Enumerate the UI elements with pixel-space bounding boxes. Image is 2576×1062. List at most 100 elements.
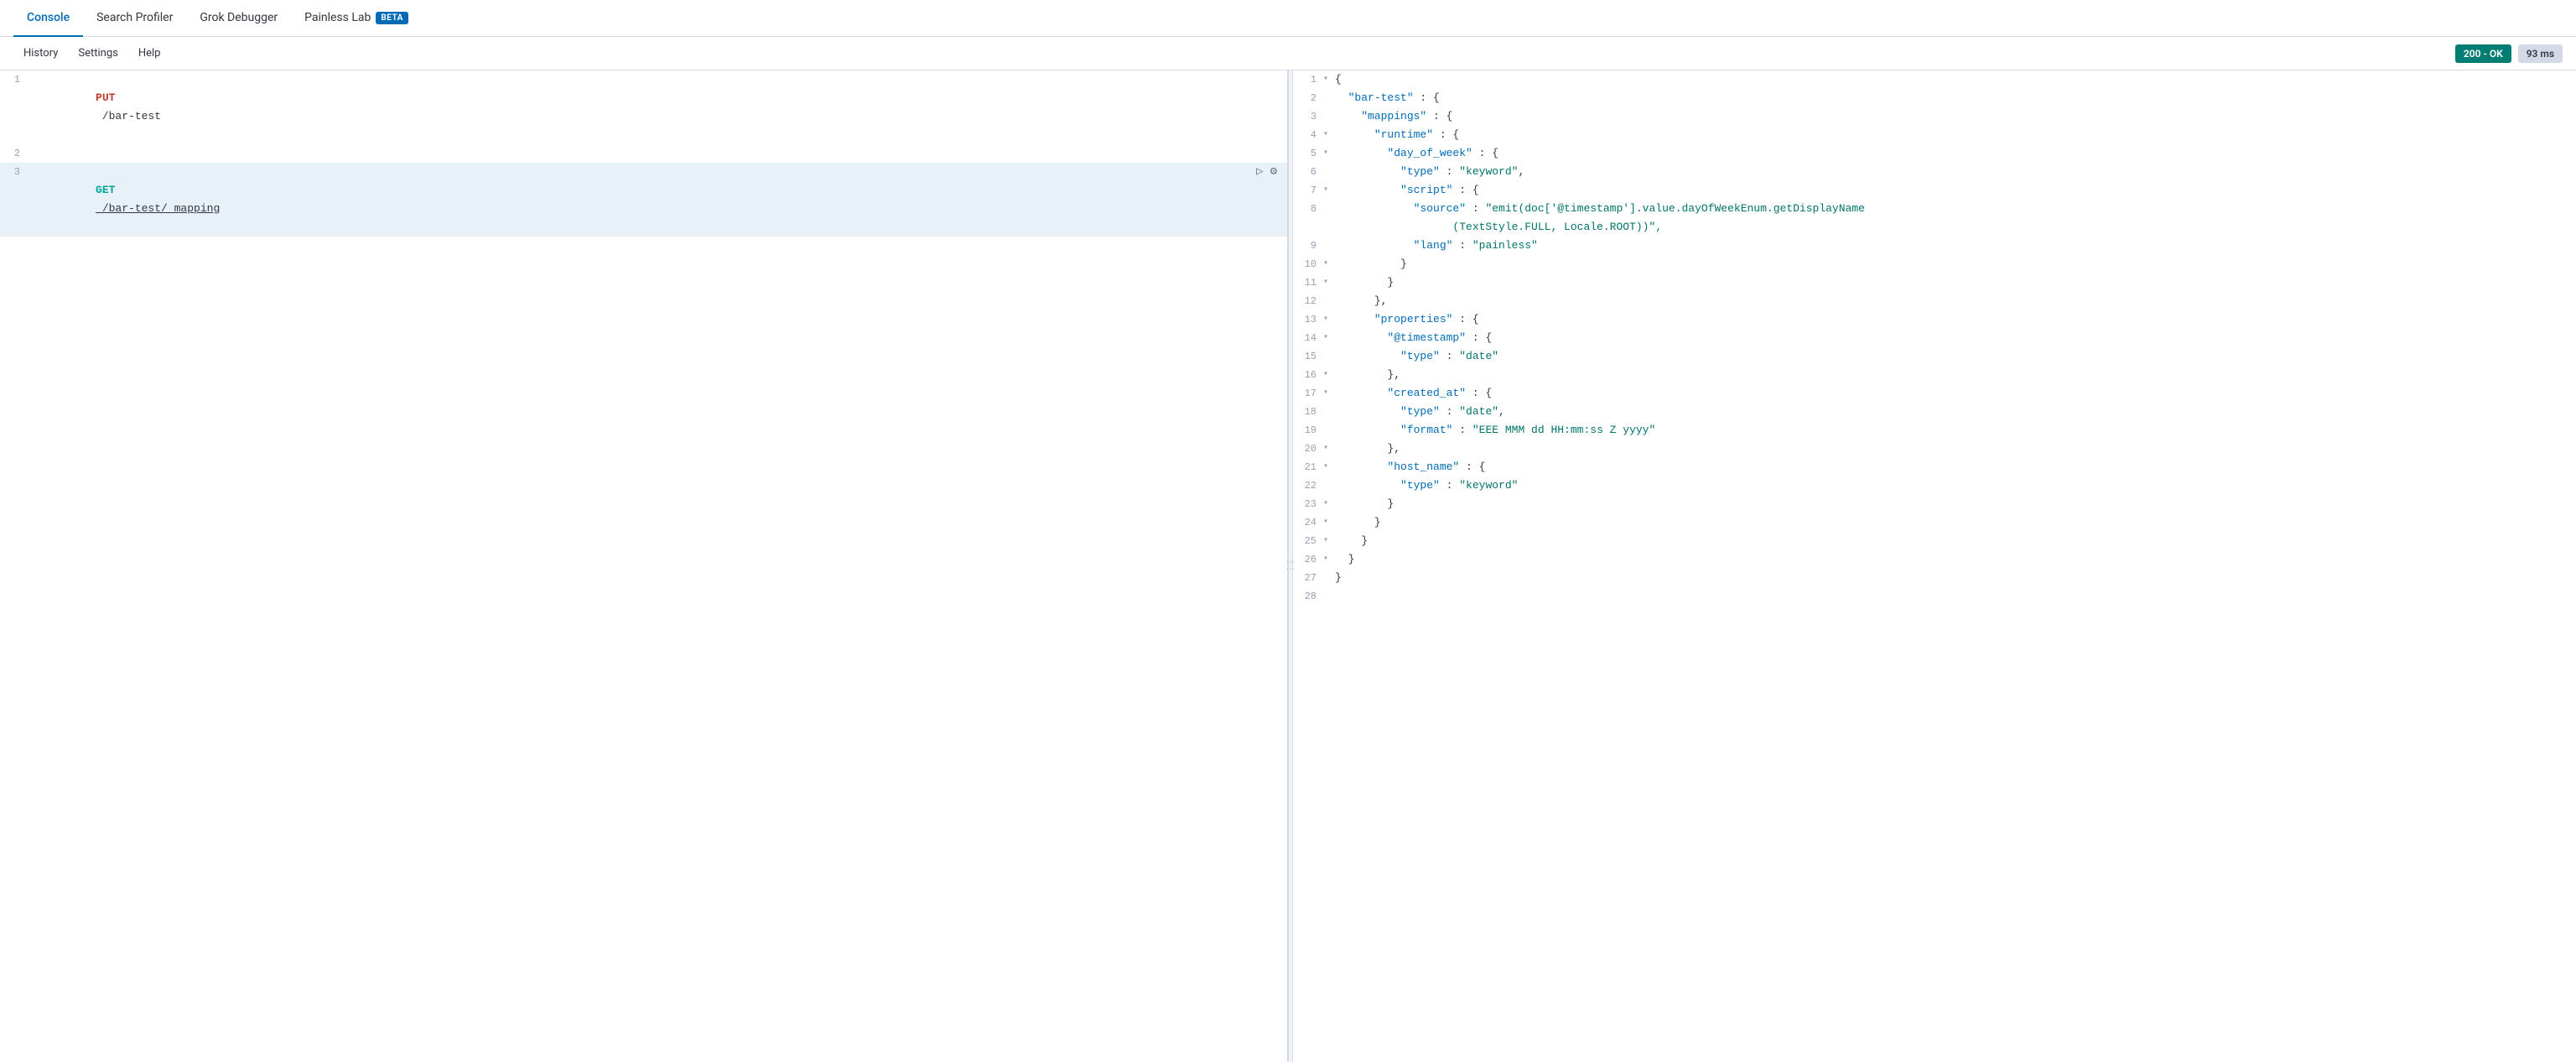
json-content-11: } xyxy=(1335,273,2576,292)
fold-25[interactable]: ▾ xyxy=(1323,532,1335,550)
json-line-10: 10 ▾ } xyxy=(1293,255,2576,273)
fold-26[interactable]: ▾ xyxy=(1323,550,1335,569)
json-line-4: 4 ▾ "runtime" : { xyxy=(1293,126,2576,144)
json-num-26: 26 xyxy=(1293,550,1323,569)
run-icon[interactable]: ▷ xyxy=(1256,163,1263,181)
fold-7[interactable]: ▾ xyxy=(1323,181,1335,200)
json-content-26: } xyxy=(1335,550,2576,569)
json-content-22: "type" : "keyword" xyxy=(1335,476,2576,495)
json-num-13: 13 xyxy=(1293,310,1323,329)
json-num-21: 21 xyxy=(1293,458,1323,476)
wrench-icon[interactable]: ⚙ xyxy=(1270,163,1277,181)
help-label: Help xyxy=(138,47,161,60)
main-content: 1 PUT /bar-test 2 3 GET /bar-test/_mappi… xyxy=(0,70,2576,1062)
json-line-17: 17 ▾ "created_at" : { xyxy=(1293,384,2576,403)
json-num-15: 15 xyxy=(1293,347,1323,366)
json-line-8b: (TextStyle.FULL, Locale.ROOT))", xyxy=(1293,218,2576,237)
json-num-9: 9 xyxy=(1293,237,1323,255)
json-content-6: "type" : "keyword", xyxy=(1335,163,2576,181)
json-num-19: 19 xyxy=(1293,421,1323,440)
fold-16[interactable]: ▾ xyxy=(1323,366,1335,384)
fold-5[interactable]: ▾ xyxy=(1323,144,1335,163)
editor-line-1: 1 PUT /bar-test xyxy=(0,70,1287,144)
json-line-5: 5 ▾ "day_of_week" : { xyxy=(1293,144,2576,163)
json-content-8: "source" : "emit(doc['@timestamp'].value… xyxy=(1335,200,2576,218)
fold-1[interactable]: ▾ xyxy=(1323,70,1335,89)
help-button[interactable]: Help xyxy=(128,37,171,70)
json-line-26: 26 ▾ } xyxy=(1293,550,2576,569)
fold-24[interactable]: ▾ xyxy=(1323,513,1335,532)
json-line-28: 28 xyxy=(1293,587,2576,606)
line-num-2: 2 xyxy=(0,144,30,163)
fold-14[interactable]: ▾ xyxy=(1323,329,1335,347)
response-time: 93 ms xyxy=(2518,44,2563,63)
json-line-8: 8 "source" : "emit(doc['@timestamp'].val… xyxy=(1293,200,2576,218)
tab-grok-debugger[interactable]: Grok Debugger xyxy=(186,0,291,37)
fold-11[interactable]: ▾ xyxy=(1323,273,1335,292)
line-num-1: 1 xyxy=(0,70,30,89)
editor-content[interactable]: 1 PUT /bar-test 2 3 GET /bar-test/_mappi… xyxy=(0,70,1287,1062)
json-line-3: 3 "mappings" : { xyxy=(1293,107,2576,126)
fold-13[interactable]: ▾ xyxy=(1323,310,1335,329)
json-num-14: 14 xyxy=(1293,329,1323,347)
url-path-1: /bar-test xyxy=(96,110,161,122)
divider-handle: ⋮⋮ xyxy=(1286,560,1296,573)
fold-4[interactable]: ▾ xyxy=(1323,126,1335,144)
editor-panel: 1 PUT /bar-test 2 3 GET /bar-test/_mappi… xyxy=(0,70,1288,1062)
json-line-9: 9 "lang" : "painless" xyxy=(1293,237,2576,255)
method-get: GET xyxy=(96,184,115,196)
json-content-13: "properties" : { xyxy=(1335,310,2576,329)
json-line-27: 27 } xyxy=(1293,569,2576,587)
tab-painless-lab[interactable]: Painless Lab BETA xyxy=(291,0,422,37)
line-content-1[interactable]: PUT /bar-test xyxy=(30,70,1287,144)
history-button[interactable]: History xyxy=(13,37,68,70)
json-num-3: 3 xyxy=(1293,107,1323,126)
fold-21[interactable]: ▾ xyxy=(1323,458,1335,476)
json-line-23: 23 ▾ } xyxy=(1293,495,2576,513)
toolbar: History Settings Help 200 - OK 93 ms xyxy=(0,37,2576,70)
panel-divider[interactable]: ⋮⋮ xyxy=(1288,70,1293,1062)
fold-10[interactable]: ▾ xyxy=(1323,255,1335,273)
json-num-10: 10 xyxy=(1293,255,1323,273)
line-num-3: 3 xyxy=(0,163,30,181)
json-line-1: 1 ▾ { xyxy=(1293,70,2576,89)
json-line-21: 21 ▾ "host_name" : { xyxy=(1293,458,2576,476)
json-content-7: "script" : { xyxy=(1335,181,2576,200)
json-num-2: 2 xyxy=(1293,89,1323,107)
json-line-2: 2 "bar-test" : { xyxy=(1293,89,2576,107)
tab-search-profiler[interactable]: Search Profiler xyxy=(83,0,186,37)
fold-23[interactable]: ▾ xyxy=(1323,495,1335,513)
json-line-19: 19 "format" : "EEE MMM dd HH:mm:ss Z yyy… xyxy=(1293,421,2576,440)
fold-17[interactable]: ▾ xyxy=(1323,384,1335,403)
json-content-18: "type" : "date", xyxy=(1335,403,2576,421)
json-line-12: 12 }, xyxy=(1293,292,2576,310)
json-content-15: "type" : "date" xyxy=(1335,347,2576,366)
url-path-3: /bar-test/_mapping xyxy=(96,202,220,215)
json-num-27: 27 xyxy=(1293,569,1323,587)
json-num-22: 22 xyxy=(1293,476,1323,495)
json-content-4: "runtime" : { xyxy=(1335,126,2576,144)
response-content[interactable]: 1 ▾ { 2 "bar-test" : { 3 "mappings" : { … xyxy=(1293,70,2576,1062)
json-content-1: { xyxy=(1335,70,2576,89)
tab-console-label: Console xyxy=(27,11,70,24)
json-line-13: 13 ▾ "properties" : { xyxy=(1293,310,2576,329)
line-content-3[interactable]: GET /bar-test/_mapping xyxy=(30,163,1256,237)
json-line-7: 7 ▾ "script" : { xyxy=(1293,181,2576,200)
json-line-6: 6 "type" : "keyword", xyxy=(1293,163,2576,181)
json-line-11: 11 ▾ } xyxy=(1293,273,2576,292)
json-line-16: 16 ▾ }, xyxy=(1293,366,2576,384)
json-line-22: 22 "type" : "keyword" xyxy=(1293,476,2576,495)
json-content-9: "lang" : "painless" xyxy=(1335,237,2576,255)
settings-button[interactable]: Settings xyxy=(68,37,127,70)
json-num-20: 20 xyxy=(1293,440,1323,458)
json-num-17: 17 xyxy=(1293,384,1323,403)
tab-console[interactable]: Console xyxy=(13,0,83,37)
top-nav: Console Search Profiler Grok Debugger Pa… xyxy=(0,0,2576,37)
fold-20[interactable]: ▾ xyxy=(1323,440,1335,458)
json-num-7: 7 xyxy=(1293,181,1323,200)
json-num-24: 24 xyxy=(1293,513,1323,532)
json-num-4: 4 xyxy=(1293,126,1323,144)
settings-label: Settings xyxy=(78,47,117,60)
json-content-5: "day_of_week" : { xyxy=(1335,144,2576,163)
json-content-16: }, xyxy=(1335,366,2576,384)
